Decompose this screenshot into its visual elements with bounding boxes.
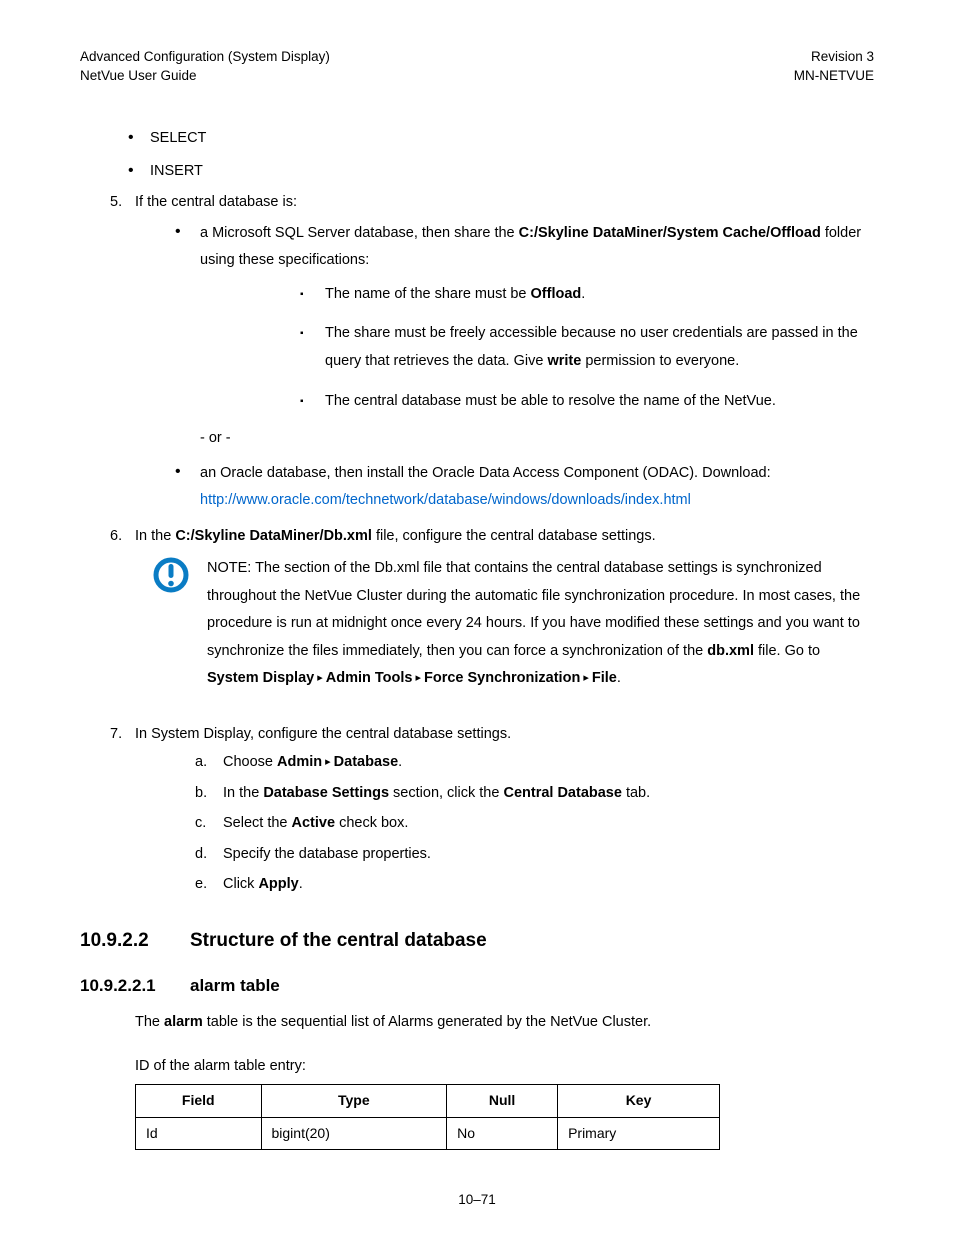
section-title: Structure of the central database [190,926,487,955]
alarm-intro: The alarm table is the sequential list o… [135,1011,874,1034]
arrow-icon: ▸ [583,672,589,684]
step-6: 6. In the C:/Skyline DataMiner/Db.xml fi… [110,525,874,693]
header-doc-title: NetVue User Guide [80,67,330,86]
col-field: Field [136,1084,262,1117]
col-null: Null [447,1084,558,1117]
table-header-row: Field Type Null Key [136,1084,720,1117]
info-icon [153,557,189,593]
step7-substeps: a.Choose Admin▸Database. b.In the Databa… [135,751,874,895]
arrow-icon: ▸ [325,756,331,768]
oracle-download-link[interactable]: http://www.oracle.com/technetwork/databa… [200,492,691,508]
table-row: Id bigint(20) No Primary [136,1117,720,1150]
substep-e: e.Click Apply. [195,873,874,895]
list-item: SELECT [150,126,874,151]
sqlserver-specs: The name of the share must be Offload. T… [200,281,874,415]
or-separator: - or - [200,427,874,449]
note-text: NOTE: The section of the Db.xml file tha… [207,555,874,693]
subsection-number: 10.9.2.2.1 [80,973,190,999]
step-5: 5. If the central database is: a Microso… [110,191,874,514]
steps-list: 5. If the central database is: a Microso… [80,191,874,895]
alarm-id-caption: ID of the alarm table entry: [135,1055,874,1078]
spec-item: The name of the share must be Offload. [300,281,874,309]
substep-c: c.Select the Active check box. [195,812,874,834]
alarm-id-table: Field Type Null Key Id bigint(20) No Pri… [135,1084,720,1150]
note-block: NOTE: The section of the Db.xml file tha… [135,555,874,693]
col-type: Type [261,1084,447,1117]
col-key: Key [558,1084,720,1117]
section-heading: 10.9.2.2 Structure of the central databa… [80,926,874,955]
substep-a: a.Choose Admin▸Database. [195,751,874,773]
header-section-title: Advanced Configuration (System Display) [80,48,330,67]
option-sqlserver: a Microsoft SQL Server database, then sh… [175,220,874,450]
substep-d: d.Specify the database properties. [195,843,874,865]
subsection-title: alarm table [190,973,280,999]
step5-options: a Microsoft SQL Server database, then sh… [135,220,874,515]
spec-item: The share must be freely accessible beca… [300,320,874,375]
spec-item: The central database must be able to res… [300,388,874,416]
step-intro: If the central database is: [135,194,297,210]
permission-list: SELECT INSERT [80,126,874,184]
option-oracle: an Oracle database, then install the Ora… [175,460,874,515]
header-revision: Revision 3 [794,48,874,67]
arrow-icon: ▸ [415,672,421,684]
header-doc-code: MN-NETVUE [794,67,874,86]
step-number: 7. [110,723,122,745]
step-7: 7. In System Display, configure the cent… [110,723,874,896]
page-number: 10–71 [80,1190,874,1211]
arrow-icon: ▸ [317,672,323,684]
section-number: 10.9.2.2 [80,926,190,955]
list-item: INSERT [150,159,874,184]
page-header: Advanced Configuration (System Display) … [80,48,874,86]
substep-b: b.In the Database Settings section, clic… [195,782,874,804]
step-number: 6. [110,525,122,547]
header-left: Advanced Configuration (System Display) … [80,48,330,86]
header-right: Revision 3 MN-NETVUE [794,48,874,86]
subsection-heading: 10.9.2.2.1 alarm table [80,973,874,999]
step-number: 5. [110,191,122,213]
